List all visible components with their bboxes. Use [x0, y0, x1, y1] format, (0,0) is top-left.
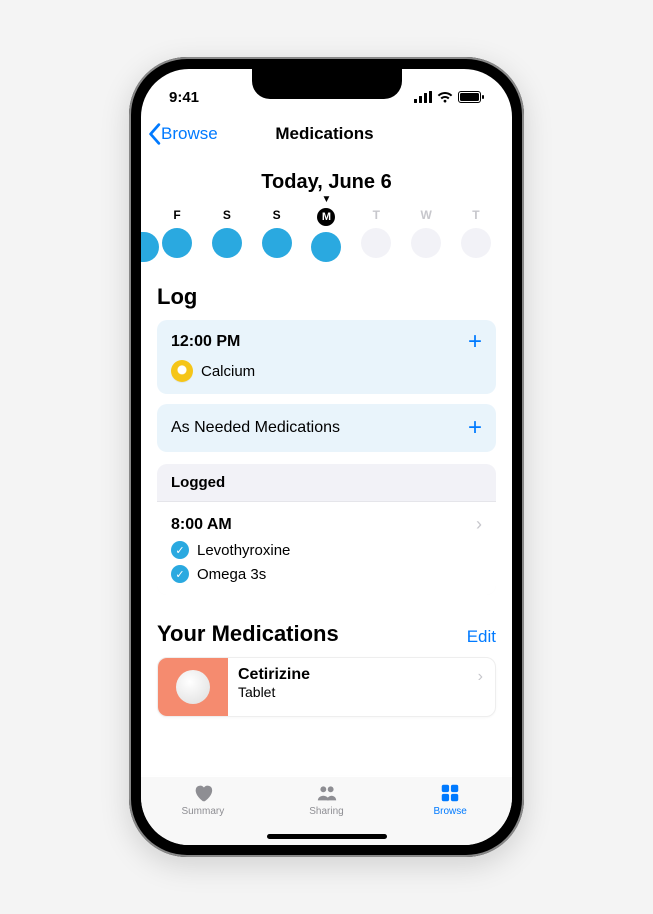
date-heading: Today, June 6 — [157, 171, 496, 194]
day-fri[interactable]: F — [157, 208, 197, 258]
day-tue[interactable]: T — [356, 208, 396, 258]
logged-body[interactable]: 8:00 AM › ✓ Levothyroxine ✓ Omega 3s — [157, 502, 496, 595]
day-label: S — [273, 208, 281, 222]
day-dot — [212, 228, 242, 258]
wifi-icon — [437, 91, 453, 103]
nav-bar: Browse Medications — [141, 113, 512, 155]
day-label: W — [420, 208, 431, 222]
device-frame: 9:41 Browse Medications — [129, 57, 524, 857]
cellular-icon — [414, 91, 432, 103]
screen: 9:41 Browse Medications — [141, 69, 512, 845]
check-icon: ✓ — [171, 565, 189, 583]
med-card-form: Tablet — [238, 684, 485, 700]
day-mon-current[interactable]: M — [306, 208, 346, 262]
logged-time: 8:00 AM — [171, 516, 232, 534]
check-icon: ✓ — [171, 541, 189, 559]
logged-med-name: Levothyroxine — [197, 542, 290, 559]
logged-card[interactable]: Logged 8:00 AM › ✓ Levothyroxine ✓ Omega… — [157, 464, 496, 595]
day-dot — [361, 228, 391, 258]
upcoming-dose-card[interactable]: 12:00 PM + Calcium — [157, 320, 496, 394]
tab-label: Summary — [181, 806, 224, 817]
med-card-name: Cetirizine — [238, 666, 485, 684]
medication-card[interactable]: Cetirizine Tablet › — [157, 657, 496, 717]
day-thu[interactable]: T — [456, 208, 496, 258]
notch — [252, 69, 402, 99]
day-label-current: M — [317, 208, 335, 226]
people-icon — [314, 782, 340, 804]
med-name: Calcium — [201, 363, 255, 380]
day-dot — [411, 228, 441, 258]
status-time: 9:41 — [169, 89, 199, 106]
add-dose-button[interactable]: + — [468, 332, 482, 352]
dose-time: 12:00 PM — [171, 333, 240, 351]
your-meds-header: Your Medications Edit — [157, 621, 496, 647]
grid-icon — [437, 782, 463, 804]
chevron-right-icon: › — [478, 668, 483, 686]
day-wed[interactable]: W — [406, 208, 446, 258]
day-dot — [311, 232, 341, 262]
tab-browse[interactable]: Browse — [388, 776, 512, 845]
day-label: T — [472, 208, 479, 222]
heart-icon — [190, 782, 216, 804]
chevron-right-icon: › — [476, 514, 482, 535]
battery-icon — [458, 91, 484, 103]
logged-header: Logged — [157, 464, 496, 502]
day-label: F — [173, 208, 180, 222]
edit-meds-button[interactable]: Edit — [467, 627, 496, 647]
back-label: Browse — [161, 124, 218, 144]
day-label: T — [373, 208, 380, 222]
logged-item[interactable]: ✓ Levothyroxine — [171, 541, 482, 559]
as-needed-card[interactable]: As Needed Medications + — [157, 404, 496, 452]
day-sat[interactable]: S — [207, 208, 247, 258]
logged-item[interactable]: ✓ Omega 3s — [171, 565, 482, 583]
back-button[interactable]: Browse — [147, 123, 218, 145]
day-label: S — [223, 208, 231, 222]
tab-label: Sharing — [309, 806, 343, 817]
home-indicator[interactable] — [267, 834, 387, 839]
tab-summary[interactable]: Summary — [141, 776, 265, 845]
tablet-icon — [176, 670, 210, 704]
day-dot — [162, 228, 192, 258]
your-meds-title: Your Medications — [157, 621, 339, 647]
logged-med-name: Omega 3s — [197, 566, 266, 583]
log-section-title: Log — [157, 284, 496, 310]
content-area[interactable]: Today, June 6 ▼ F S S M — [141, 155, 512, 775]
day-dot — [262, 228, 292, 258]
date-indicator-icon: ▼ — [157, 196, 496, 204]
add-as-needed-button[interactable]: + — [468, 418, 482, 438]
upcoming-med-row[interactable]: Calcium — [171, 360, 482, 382]
day-dot — [461, 228, 491, 258]
status-icons — [414, 91, 484, 103]
tab-label: Browse — [434, 806, 467, 817]
as-needed-label: As Needed Medications — [171, 419, 340, 437]
week-strip[interactable]: F S S M T — [157, 208, 496, 262]
day-sun[interactable]: S — [257, 208, 297, 258]
pill-icon — [171, 360, 193, 382]
med-image — [158, 658, 228, 716]
